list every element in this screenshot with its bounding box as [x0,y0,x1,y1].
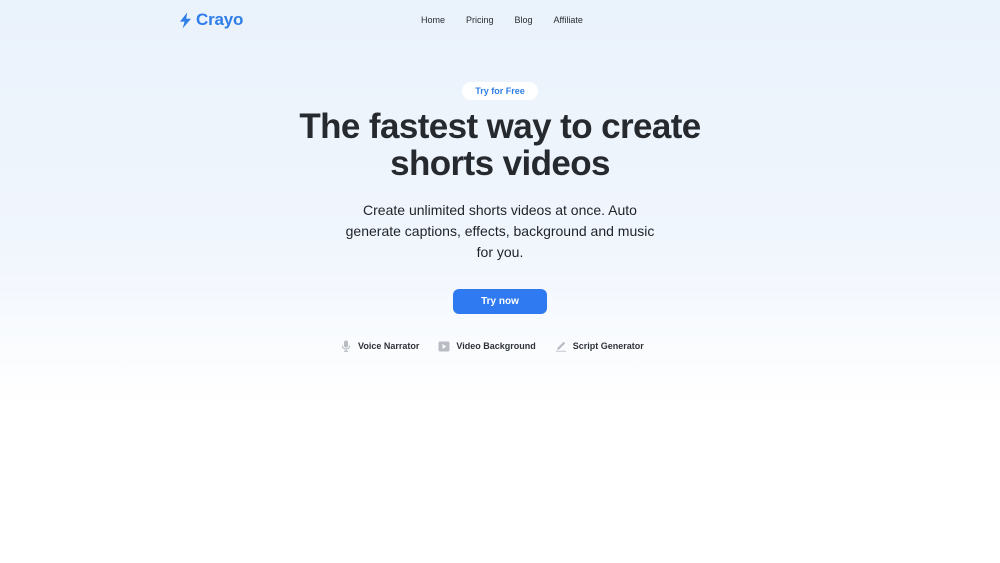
top-nav: Crayo Home Pricing Blog Affiliate [0,0,1000,40]
subtext-line-2: generate captions, effects, background a… [345,223,655,239]
try-for-free-badge[interactable]: Try for Free [462,82,538,100]
headline-line-1: The fastest way to create [299,107,701,146]
feature-script-generator: Script Generator [555,340,644,352]
subtext-line-1: Create unlimited shorts videos at once. … [363,202,637,218]
nav-link-home[interactable]: Home [421,15,445,25]
nav-links: Home Pricing Blog Affiliate [421,15,583,25]
nav-link-affiliate[interactable]: Affiliate [554,15,583,25]
headline-line-2: shorts videos [390,144,610,183]
feature-video-background: Video Background [438,340,536,352]
play-icon [438,340,450,352]
nav-link-blog[interactable]: Blog [515,15,533,25]
microphone-icon [340,340,352,352]
lightning-bolt-icon [179,12,192,29]
feature-label: Voice Narrator [358,341,420,351]
brand-name: Crayo [196,10,244,29]
pencil-icon [555,340,567,352]
feature-label: Video Background [456,341,536,351]
feature-list: Voice Narrator Video Background Script G… [340,339,644,353]
hero-headline: The fastest way to create shorts videos [200,108,800,182]
feature-label: Script Generator [572,341,644,351]
nav-link-pricing[interactable]: Pricing [466,15,494,25]
brand-logo[interactable]: Crayo [179,10,243,30]
subtext-line-3: for you. [476,244,524,260]
hero-subtext: Create unlimited shorts videos at once. … [315,200,685,263]
try-now-button[interactable]: Try now [453,289,547,314]
feature-voice-narrator: Voice Narrator [340,340,419,352]
